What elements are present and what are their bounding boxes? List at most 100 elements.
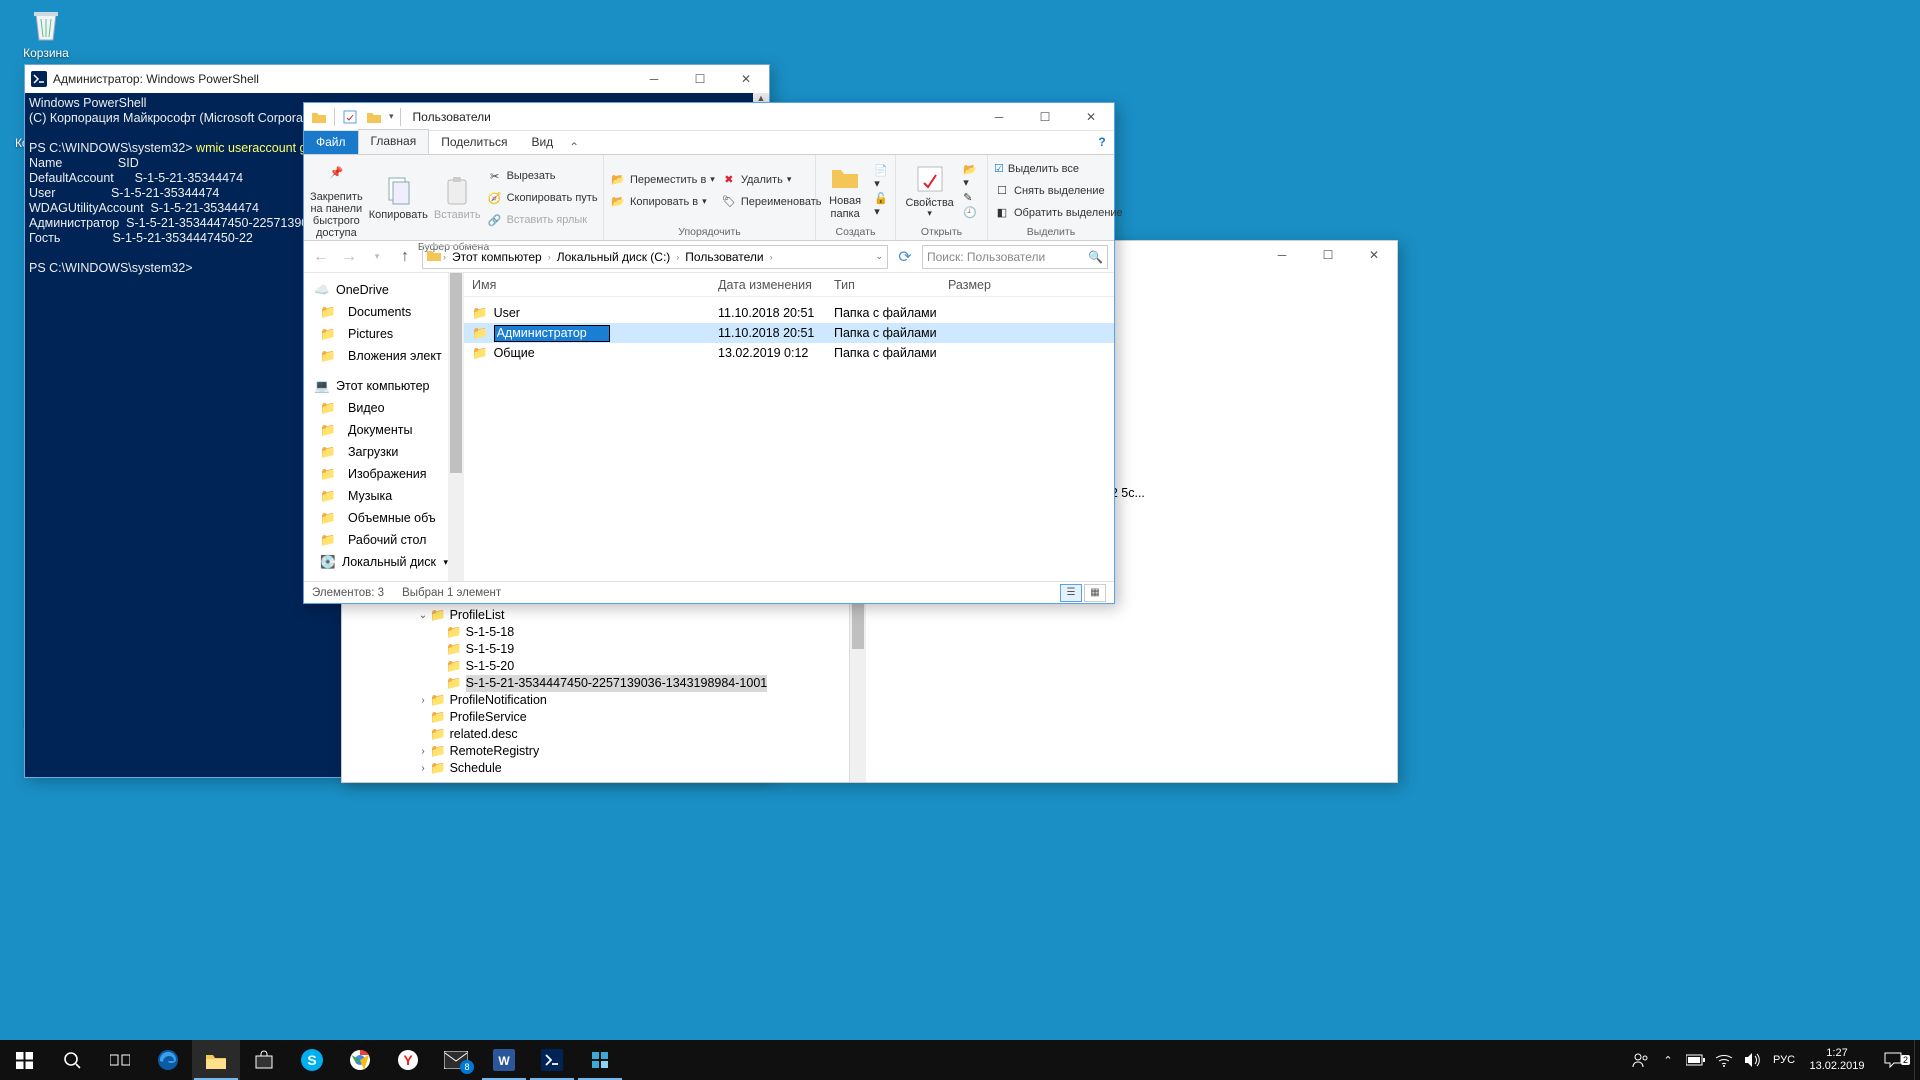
search-button[interactable]	[48, 1040, 96, 1080]
tray-language[interactable]: РУС	[1766, 1054, 1802, 1066]
view-icons-button[interactable]: ▦	[1084, 584, 1106, 602]
move-to-button[interactable]: 📂Переместить в▾	[610, 169, 715, 191]
select-invert-button[interactable]: ◧Обратить выделение	[994, 202, 1123, 224]
nav-local-disk[interactable]: 💽Локальный диск▾	[304, 551, 448, 573]
crumb-drive[interactable]: Локальный диск (C:)	[553, 250, 675, 264]
new-folder-button[interactable]: Новая папка	[822, 161, 868, 219]
history-icon[interactable]: 🕘	[963, 206, 981, 219]
tree-expand-icon[interactable]: ›	[416, 692, 430, 709]
taskbar-edge[interactable]	[144, 1040, 192, 1080]
nav-docs[interactable]: 📁Документы	[304, 419, 448, 441]
navpane-scroll-thumb[interactable]	[450, 273, 462, 473]
taskbar-skype[interactable]: S	[288, 1040, 336, 1080]
list-item[interactable]: 📁User 11.10.2018 20:51 Папка с файлами	[464, 303, 1114, 323]
select-none-button[interactable]: ☐Снять выделение	[994, 180, 1123, 202]
tree-schedule[interactable]: Schedule	[450, 760, 502, 777]
taskbar-yandex[interactable]: Y	[384, 1040, 432, 1080]
col-type[interactable]: Тип	[826, 278, 940, 292]
copy-path-button[interactable]: 🧭Скопировать путь	[487, 187, 598, 209]
ps-minimize-button[interactable]: ─	[631, 65, 677, 93]
nav-images[interactable]: 📁Изображения	[304, 463, 448, 485]
taskbar-powershell[interactable]	[528, 1040, 576, 1080]
chevron-right-icon[interactable]: ›	[770, 252, 773, 262]
taskbar-regedit[interactable]	[576, 1040, 624, 1080]
nav-music[interactable]: 📁Музыка	[304, 485, 448, 507]
new-item-icon[interactable]: 📄▾	[874, 164, 889, 190]
delete-button[interactable]: ✖Удалить▾	[721, 169, 822, 191]
nav-documents[interactable]: 📁Documents	[304, 301, 448, 323]
ps-maximize-button[interactable]: ☐	[677, 65, 723, 93]
tree-related[interactable]: related.desc	[450, 726, 518, 743]
explorer-titlebar[interactable]: ▾ Пользователи ─ ☐ ✕	[304, 103, 1114, 131]
col-size[interactable]: Размер	[940, 278, 1020, 292]
tree-s18[interactable]: S-1-5-18	[466, 624, 515, 641]
tab-file[interactable]: Файл	[304, 131, 358, 154]
start-button[interactable]	[0, 1040, 48, 1080]
copy-button[interactable]: Копировать	[369, 175, 428, 221]
desktop-recycle-bin[interactable]: Корзина	[10, 4, 82, 60]
nav-thispc[interactable]: 💻Этот компьютер	[304, 375, 448, 397]
nav-video[interactable]: 📁Видео	[304, 397, 448, 419]
list-item[interactable]: 📁Общие 13.02.2019 0:12 Папка с файлами	[464, 343, 1114, 363]
powershell-titlebar[interactable]: Администратор: Windows PowerShell ─ ☐ ✕	[25, 65, 769, 93]
tray-clock[interactable]: 1:27 13.02.2019	[1802, 1047, 1872, 1072]
chevron-right-icon[interactable]: ›	[676, 252, 679, 262]
tray-wifi-icon[interactable]	[1710, 1040, 1738, 1080]
list-header[interactable]: Имя Дата изменения Тип Размер	[464, 273, 1114, 297]
file-list[interactable]: Имя Дата изменения Тип Размер 📁User 11.1…	[464, 273, 1114, 581]
ex-close-button[interactable]: ✕	[1068, 103, 1114, 131]
col-date[interactable]: Дата изменения	[710, 278, 826, 292]
tree-profsvc[interactable]: ProfileService	[450, 709, 527, 726]
refresh-button[interactable]: ⟳	[894, 247, 916, 267]
ribbon-collapse-icon[interactable]: ⌃	[565, 140, 583, 154]
tray-battery-icon[interactable]	[1682, 1040, 1710, 1080]
tree-profnotif[interactable]: ProfileNotification	[450, 692, 547, 709]
nav-pictures[interactable]: 📁Pictures	[304, 323, 448, 345]
breadcrumb[interactable]: › Этот компьютер › Локальный диск (C:) ›…	[422, 245, 888, 269]
chevron-right-icon[interactable]: ›	[548, 252, 551, 262]
navigation-pane[interactable]: ☁️OneDrive 📁Documents 📁Pictures 📁Вложени…	[304, 273, 448, 581]
reg-maximize-button[interactable]: ☐	[1305, 241, 1351, 269]
nav-forward-button[interactable]: →	[338, 246, 360, 268]
tree-expand-icon[interactable]: ›	[416, 743, 430, 760]
tree-s19[interactable]: S-1-5-19	[466, 641, 515, 658]
navpane-scrollbar[interactable]	[448, 273, 464, 581]
address-dropdown[interactable]: ⌄	[875, 251, 887, 262]
tray-action-center[interactable]: 2	[1872, 1051, 1914, 1069]
open-icon[interactable]: 📂▾	[963, 163, 981, 189]
taskbar-mail[interactable]: 8	[432, 1040, 480, 1080]
qat-customize[interactable]: ▾	[389, 111, 394, 122]
tree-s20[interactable]: S-1-5-20	[466, 658, 515, 675]
taskbar-chrome[interactable]	[336, 1040, 384, 1080]
nav-attachments[interactable]: 📁Вложения элект	[304, 345, 448, 367]
task-view-button[interactable]	[96, 1040, 144, 1080]
taskbar-store[interactable]	[240, 1040, 288, 1080]
tray-overflow[interactable]: ⌃	[1654, 1040, 1682, 1080]
nav-downloads[interactable]: 📁Загрузки	[304, 441, 448, 463]
ex-minimize-button[interactable]: ─	[976, 103, 1022, 131]
view-details-button[interactable]: ☰	[1060, 584, 1082, 602]
pin-button[interactable]: 📌Закрепить на панели быстрого доступа	[310, 157, 363, 239]
taskbar-word[interactable]: W	[480, 1040, 528, 1080]
nav-3dobjects[interactable]: 📁Объемные объ	[304, 507, 448, 529]
paste-shortcut-button[interactable]: 🔗Вставить ярлык	[487, 209, 598, 231]
reg-minimize-button[interactable]: ─	[1259, 241, 1305, 269]
tree-remotereg[interactable]: RemoteRegistry	[450, 743, 540, 760]
nav-desktop[interactable]: 📁Рабочий стол	[304, 529, 448, 551]
ex-maximize-button[interactable]: ☐	[1022, 103, 1068, 131]
qat-properties-icon[interactable]	[341, 108, 359, 126]
ps-close-button[interactable]: ✕	[723, 65, 769, 93]
search-input[interactable]: Поиск: Пользователи 🔍	[922, 245, 1108, 269]
qat-newfolder-icon[interactable]	[365, 108, 383, 126]
crumb-users[interactable]: Пользователи	[681, 250, 767, 264]
tree-profilelist[interactable]: ProfileList	[450, 607, 505, 624]
tree-expand-icon[interactable]: ›	[416, 760, 430, 777]
rename-input[interactable]	[494, 325, 610, 342]
tray-people[interactable]	[1626, 1040, 1654, 1080]
nav-recent-button[interactable]: ▾	[366, 246, 388, 268]
tab-view[interactable]: Вид	[519, 131, 565, 154]
tab-share[interactable]: Поделиться	[429, 131, 519, 154]
nav-onedrive[interactable]: ☁️OneDrive	[304, 279, 448, 301]
copy-to-button[interactable]: 📂Копировать в▾	[610, 191, 715, 213]
select-all-button[interactable]: Выделить все	[994, 158, 1123, 180]
